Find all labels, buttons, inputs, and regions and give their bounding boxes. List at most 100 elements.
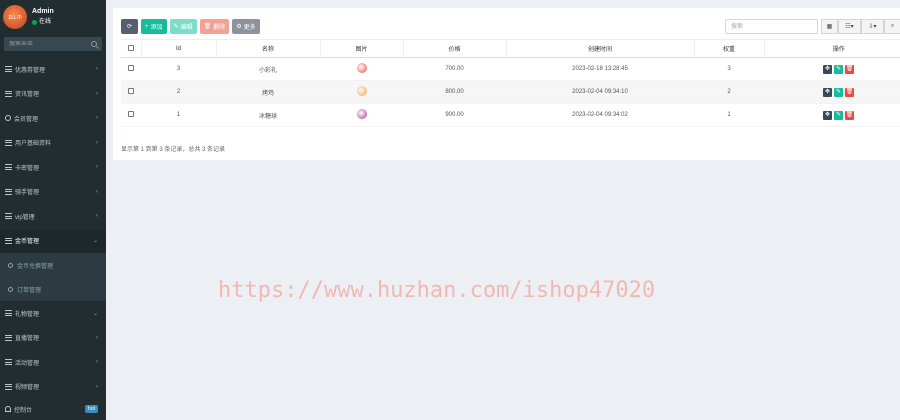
gift-image[interactable] (356, 109, 367, 119)
table-row[interactable]: 1 冰糖球 900.00 2023-02-04 09:34:02 1 ✥ ✎ 🗑 (121, 103, 900, 127)
col-created[interactable]: 创建时间 (505, 39, 694, 58)
col-image[interactable]: 图片 (319, 39, 403, 58)
list-icon (5, 139, 12, 146)
user-status: 在线 (32, 17, 54, 27)
coin-submenu: 金币兑换管理 订单管理 (0, 253, 106, 301)
sidebar-subitem-label: 金币兑换管理 (17, 263, 54, 270)
sidebar-subitem-coin-exchange[interactable]: 金币兑换管理 (0, 253, 106, 277)
sidebar-subitem-orders[interactable]: 订单管理 (0, 277, 106, 301)
drag-handle-icon[interactable]: ✥ (823, 110, 832, 120)
cell-created: 2023-02-04 09:34:10 (506, 80, 694, 104)
sidebar-item-live[interactable]: 直播管理 ‹ (0, 326, 106, 351)
avatar[interactable]: ZLL中 (3, 5, 27, 29)
row-checkbox[interactable] (128, 111, 134, 117)
sidebar-item-video[interactable]: 视频管理 ‹ (0, 375, 106, 400)
export-button[interactable]: ⇩▾ (861, 19, 884, 34)
row-select-cell (121, 103, 141, 127)
watermark-text: https://www.huzhan.com/ishop47020 (218, 278, 656, 303)
col-weight[interactable]: 权重 (693, 39, 764, 58)
drag-handle-icon[interactable]: ✥ (823, 64, 832, 74)
list-icon (5, 66, 12, 73)
toggle-view-button[interactable]: ▦ (821, 19, 838, 34)
cell-image (320, 57, 403, 81)
content-panel: ⟳ +添加 ✎编辑 🗑删除 ⚙更多 ▦ ☷▾ ⇩▾ ⌕ Id 名称 图片 价格 … (113, 8, 900, 160)
sidebar-subitem-label: 订单管理 (17, 287, 42, 294)
sidebar-item-gift[interactable]: 礼物管理 ⌄ (0, 301, 106, 326)
sidebar-item-activity[interactable]: 活动管理 ‹ (0, 350, 106, 375)
edit-button-label: 编辑 (180, 25, 193, 31)
cell-created: 2023-02-18 13:28:45 (506, 57, 694, 81)
sidebar-search (4, 37, 102, 51)
cell-price: 700.00 (403, 57, 506, 81)
row-edit-button[interactable]: ✎ (834, 110, 843, 120)
sidebar-item-label: 资讯管理 (15, 92, 40, 99)
sidebar-item-member[interactable]: 会员管理 ‹ (0, 106, 106, 131)
plus-icon: + (145, 23, 149, 30)
row-edit-button[interactable]: ✎ (834, 87, 843, 97)
row-checkbox[interactable] (128, 88, 134, 94)
list-icon (5, 359, 12, 366)
refresh-button[interactable]: ⟳ (121, 19, 138, 34)
sidebar-item-news[interactable]: 资讯管理 ‹ (0, 82, 106, 107)
sidebar-item-label: 金币管理 (15, 239, 40, 246)
sidebar-item-rider[interactable]: 骑手管理 ‹ (0, 180, 106, 205)
dashboard-icon (5, 406, 11, 412)
row-edit-button[interactable]: ✎ (834, 64, 843, 74)
advanced-search-button[interactable]: ⌕ (884, 19, 900, 34)
select-all-checkbox[interactable] (127, 44, 134, 51)
search-icon[interactable] (91, 41, 97, 47)
chevron-down-icon: ⌄ (92, 310, 98, 317)
columns-button[interactable]: ☷▾ (838, 19, 861, 34)
cell-image (320, 80, 403, 104)
sidebar-item-label: 控制台 (14, 407, 33, 414)
col-id[interactable]: Id (140, 39, 216, 58)
sidebar: ZLL中 Admin 在线 优惠券管理 ‹ 资讯管理 ‹ 会员管理 ‹ 用户基础资料 ‹… (0, 0, 106, 420)
row-delete-button[interactable]: 🗑 (845, 64, 854, 74)
sidebar-search-input[interactable] (9, 41, 79, 47)
sidebar-item-label: vip管理 (15, 214, 35, 221)
sidebar-item-console[interactable]: 控制台 hot (0, 399, 106, 419)
cell-weight: 3 (694, 57, 764, 81)
table-search-input[interactable] (725, 19, 818, 34)
export-icon: ⇩▾ (868, 24, 877, 30)
more-button[interactable]: ⚙ 更多 (232, 19, 260, 34)
table-header-row: Id 名称 图片 价格 创建时间 权重 操作 (121, 39, 900, 58)
cell-id: 3 (141, 57, 216, 81)
row-delete-button[interactable]: 🗑 (845, 87, 854, 97)
add-button[interactable]: + 添加 (141, 19, 167, 34)
list-icon (5, 310, 12, 317)
circle-icon (8, 262, 13, 268)
sidebar-item-vip[interactable]: vip管理 ‹ (0, 204, 106, 229)
gift-image[interactable] (356, 86, 367, 96)
chevron-left-icon: ‹ (96, 188, 98, 195)
list-icon (5, 188, 12, 195)
hot-badge: hot (85, 405, 98, 413)
cell-id: 1 (141, 103, 216, 127)
edit-button[interactable]: ✎ 编辑 (169, 19, 197, 34)
sidebar-item-user-profile[interactable]: 用户基础资料 ‹ (0, 131, 106, 156)
more-button-label: 更多 (243, 25, 256, 31)
chevron-down-icon: ⌄ (92, 238, 98, 245)
row-delete-button[interactable]: 🗑 (845, 110, 854, 120)
delete-button[interactable]: 🗑 删除 (199, 19, 230, 34)
col-name[interactable]: 名称 (215, 39, 320, 58)
sidebar-item-card[interactable]: 卡密管理 ‹ (0, 155, 106, 180)
list-icon (5, 237, 12, 244)
table-row[interactable]: 2 烤鸡 800.00 2023-02-04 09:34:10 2 ✥ ✎ 🗑 (121, 80, 900, 104)
pagination-summary: 显示第 1 到第 3 条记录，总共 3 条记录 (121, 147, 226, 153)
drag-handle-icon[interactable]: ✥ (823, 87, 832, 97)
table-tools: ▦ ☷▾ ⇩▾ ⌕ (821, 19, 900, 34)
row-checkbox[interactable] (128, 65, 134, 71)
gear-icon: ⚙ (236, 24, 242, 30)
cell-name: 冰糖球 (216, 103, 320, 127)
chevron-left-icon: ‹ (96, 383, 98, 390)
table-row[interactable]: 3 小彩礼 700.00 2023-02-18 13:28:45 3 ✥ ✎ 🗑 (121, 57, 900, 81)
gift-image[interactable] (356, 63, 367, 73)
sidebar-item-coupon[interactable]: 优惠券管理 ‹ (0, 57, 106, 82)
user-panel: ZLL中 Admin 在线 (0, 0, 106, 34)
cell-price: 800.00 (403, 80, 506, 104)
chevron-left-icon: ‹ (96, 90, 98, 97)
cell-image (320, 103, 403, 127)
col-price[interactable]: 价格 (402, 39, 506, 58)
sidebar-item-coin[interactable]: 金币管理 ⌄ (0, 228, 106, 253)
